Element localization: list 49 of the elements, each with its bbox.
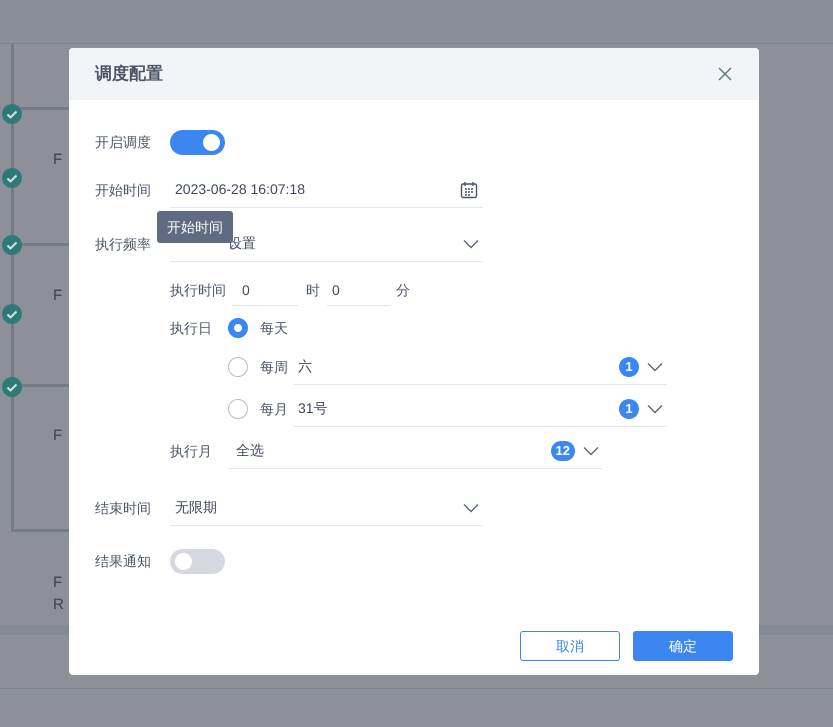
chevron-down-icon <box>583 446 599 456</box>
option-label: 每天 <box>260 318 289 338</box>
minute-input[interactable]: 0 <box>327 274 390 306</box>
check-circle-icon <box>2 235 22 255</box>
field-label: 执行频率 <box>95 234 152 254</box>
cancel-button[interactable]: 取消 <box>520 631 620 661</box>
close-button[interactable] <box>717 66 733 82</box>
field-label: 开始时间 <box>95 180 152 200</box>
field-label: 执行月 <box>170 442 213 460</box>
date-time-field[interactable]: 2023-06-28 16:07:18 <box>170 172 483 208</box>
calendar-icon[interactable] <box>460 180 478 198</box>
check-circle-icon <box>2 104 22 124</box>
step-label: F <box>53 426 62 446</box>
step-label: R <box>53 595 64 615</box>
unit-label: 时 <box>305 280 321 300</box>
radio-button[interactable] <box>228 357 248 377</box>
confirm-button[interactable]: 确定 <box>633 631 733 661</box>
dialog-title: 调度配置 <box>95 63 163 86</box>
end-time-select[interactable]: 无限期 <box>170 490 483 526</box>
toggle-switch[interactable] <box>170 130 225 154</box>
radio-button[interactable] <box>228 399 248 419</box>
field-label: 结果通知 <box>95 552 152 570</box>
field-label: 开启调度 <box>95 132 152 152</box>
count-badge: 12 <box>550 440 575 460</box>
step-label: F <box>53 150 62 170</box>
month-select[interactable]: 全选 12 <box>228 433 603 469</box>
chevron-down-icon <box>463 502 479 512</box>
tooltip: 开始时间 <box>157 211 233 243</box>
step-label: F <box>53 573 62 593</box>
chevron-down-icon <box>647 404 663 414</box>
chevron-down-icon <box>647 362 663 372</box>
chevron-down-icon <box>463 238 479 248</box>
toggle-switch[interactable] <box>170 548 225 574</box>
hour-input[interactable]: 0 <box>232 274 299 306</box>
count-badge: 1 <box>619 356 639 376</box>
check-circle-icon <box>2 377 22 397</box>
radio-button[interactable] <box>228 318 248 338</box>
step-label: F <box>53 286 62 306</box>
option-label: 每周 <box>260 358 289 376</box>
field-label: 执行时间 <box>170 280 227 300</box>
unit-label: 分 <box>396 280 410 300</box>
field-label: 执行日 <box>170 318 213 338</box>
option-label: 每月 <box>260 400 289 418</box>
check-circle-icon <box>2 304 22 324</box>
option-select[interactable]: 六 1 <box>294 349 667 385</box>
option-select[interactable]: 31号 1 <box>294 391 667 427</box>
count-badge: 1 <box>619 398 639 418</box>
check-circle-icon <box>2 168 22 188</box>
field-label: 结束时间 <box>95 498 152 518</box>
